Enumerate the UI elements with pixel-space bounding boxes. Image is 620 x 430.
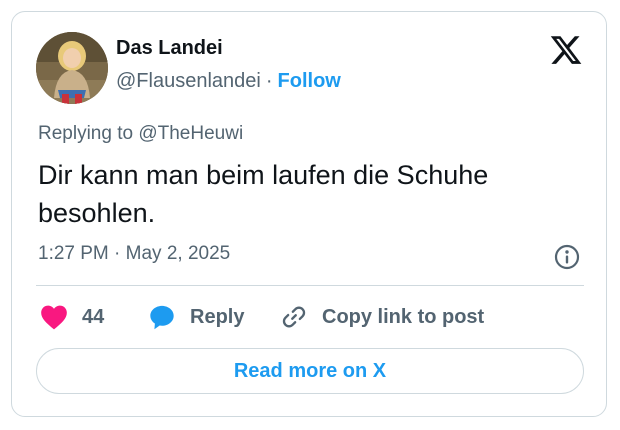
heart-icon	[41, 305, 67, 330]
read-more-label: Read more on X	[233, 359, 387, 382]
embedded-post-card: Das Landei @Flausenlandei · Follow Replyin…	[11, 11, 607, 417]
like-count: 44	[82, 305, 105, 328]
author-handle[interactable]: @Flausenlandei	[116, 70, 261, 92]
reply-label: Reply	[190, 305, 245, 328]
read-more-button[interactable]: Read more on X	[36, 348, 584, 394]
copy-link-label: Copy link to post	[322, 305, 485, 328]
reply-button[interactable]: Reply	[148, 302, 244, 332]
copy-link-button[interactable]: Copy link to post	[280, 302, 484, 332]
replying-to[interactable]: Replying to @TheHeuwi	[38, 123, 243, 145]
x-logo-icon[interactable]	[549, 33, 583, 67]
divider	[36, 285, 584, 286]
post-timestamp[interactable]: 1:27 PM · May 2, 2025	[38, 243, 230, 265]
avatar[interactable]	[36, 32, 108, 104]
info-icon[interactable]	[553, 243, 581, 271]
like-button[interactable]: 44	[40, 302, 104, 332]
reply-bubble-icon	[150, 305, 174, 330]
separator-dot: ·	[265, 70, 273, 92]
handle-row: @Flausenlandei · Follow	[116, 70, 341, 93]
link-icon	[282, 306, 306, 328]
follow-button[interactable]: Follow	[278, 70, 341, 92]
author-name[interactable]: Das Landei	[116, 37, 223, 60]
avatar-image	[36, 32, 108, 104]
post-text: Dir kann man beim laufen die Schuhe beso…	[38, 160, 489, 228]
